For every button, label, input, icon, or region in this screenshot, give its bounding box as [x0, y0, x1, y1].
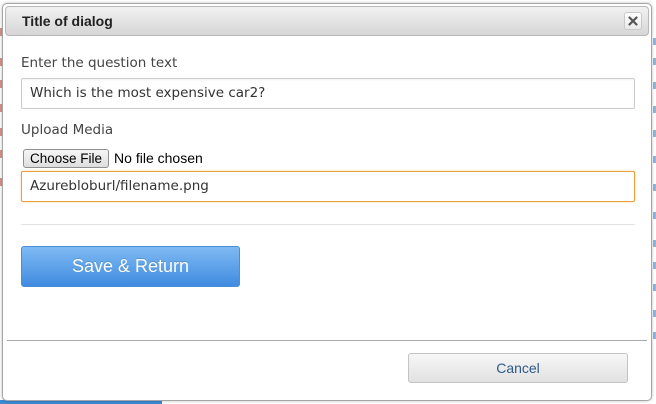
- save-and-return-button[interactable]: Save & Return: [21, 246, 240, 287]
- footer-divider: [7, 340, 647, 341]
- content-divider: [21, 224, 635, 225]
- dialog: Title of dialog Enter the question text …: [2, 3, 652, 401]
- question-text-input[interactable]: Which is the most expensive car2?: [21, 78, 635, 109]
- file-picker: Choose File No file chosen: [23, 148, 203, 168]
- cancel-button[interactable]: Cancel: [408, 353, 628, 383]
- choose-file-button[interactable]: Choose File: [23, 148, 110, 168]
- close-icon: [625, 13, 641, 29]
- file-status-text: No file chosen: [114, 150, 203, 166]
- dialog-title: Title of dialog: [22, 13, 113, 29]
- dialog-titlebar[interactable]: Title of dialog: [5, 6, 649, 36]
- media-url-input[interactable]: Azurebloburl/filename.png: [21, 171, 635, 202]
- question-text-label: Enter the question text: [21, 55, 178, 71]
- upload-media-label: Upload Media: [21, 122, 114, 138]
- page: Title of dialog Enter the question text …: [0, 0, 656, 404]
- dialog-close-button[interactable]: [624, 12, 642, 30]
